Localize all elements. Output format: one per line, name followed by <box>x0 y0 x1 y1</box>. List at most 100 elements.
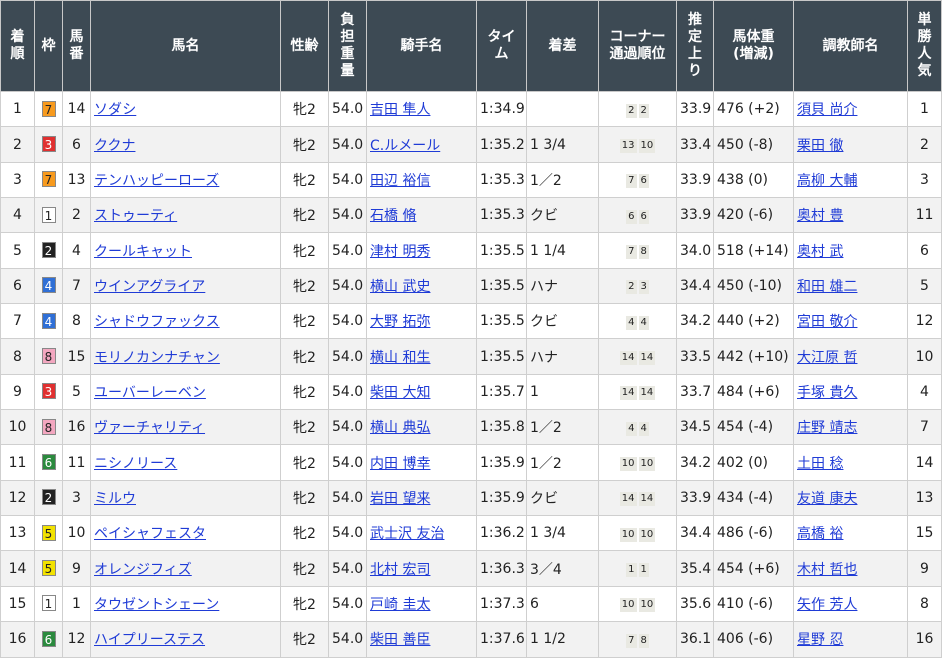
rank-cell: 13 <box>0 515 35 552</box>
horse-name-link[interactable]: タウゼントシェーン <box>94 597 219 613</box>
trainer-link[interactable]: 友道 康夫 <box>797 491 857 507</box>
margin-cell: 1 <box>526 373 599 411</box>
weight-cell: 54.0 <box>328 338 367 375</box>
time-cell: 1:35.7 <box>476 373 527 411</box>
waku-badge: 1 <box>41 595 56 612</box>
horse-name-link[interactable]: ストゥーティ <box>94 208 177 224</box>
margin-cell: 1 1/4 <box>526 232 599 269</box>
last-3f-cell: 35.6 <box>676 585 714 623</box>
waku-badge: 6 <box>41 454 56 471</box>
jockey-link[interactable]: 田辺 裕信 <box>370 173 430 189</box>
corner-cell: 78 <box>598 621 677 658</box>
jockey-cell: 横山 典弘 <box>366 409 477 446</box>
jockey-link[interactable]: 横山 武史 <box>370 279 430 295</box>
jockey-link[interactable]: 大野 拓弥 <box>370 314 430 330</box>
waku-badge: 6 <box>41 630 56 647</box>
trainer-link[interactable]: 手塚 貴久 <box>797 385 857 401</box>
horse-name-link[interactable]: ウインアグライア <box>94 279 205 295</box>
trainer-cell: 友道 康夫 <box>793 479 908 517</box>
jockey-link[interactable]: 内田 博幸 <box>370 456 430 472</box>
trainer-link[interactable]: 木村 哲也 <box>797 562 857 578</box>
jockey-link[interactable]: 吉田 隼人 <box>370 102 430 118</box>
trainer-cell: 栗田 徹 <box>793 126 908 163</box>
jockey-link[interactable]: C.ルメール <box>370 138 440 154</box>
jockey-cell: 横山 和生 <box>366 338 477 375</box>
horse-name-link[interactable]: クールキャット <box>94 244 192 260</box>
jockey-link[interactable]: 津村 明秀 <box>370 244 430 260</box>
header-corner: コーナー 通過順位 <box>598 0 677 92</box>
last-3f-cell: 33.4 <box>676 126 714 163</box>
trainer-link[interactable]: 栗田 徹 <box>797 138 843 154</box>
waku-badge: 7 <box>41 171 56 188</box>
jockey-link[interactable]: 岩田 望来 <box>370 491 430 507</box>
horse-name-link[interactable]: ニシノリース <box>94 456 177 472</box>
trainer-link[interactable]: 星野 忍 <box>797 632 843 648</box>
horse-name-link[interactable]: オレンジフィズ <box>94 562 192 578</box>
trainer-cell: 星野 忍 <box>793 621 908 658</box>
table-row: 9 3 5 ユーバーレーベン 牝2 54.0 柴田 大知 1:35.7 1 14 14 33.7 484… <box>0 373 942 411</box>
header-sex-age: 性齢 <box>280 0 329 92</box>
corner-position: 4 <box>638 315 649 330</box>
time-cell: 1:34.9 <box>476 90 527 128</box>
sex-age-cell: 牝2 <box>280 409 329 446</box>
trainer-link[interactable]: 高柳 大輔 <box>797 173 857 189</box>
sex-age-cell: 牝2 <box>280 373 329 411</box>
jockey-link[interactable]: 横山 和生 <box>370 350 430 366</box>
trainer-link[interactable]: 大江原 哲 <box>797 350 857 366</box>
jockey-cell: 岩田 望来 <box>366 479 477 517</box>
horse-name-link[interactable]: シャドウファックス <box>94 314 220 330</box>
jockey-link[interactable]: 横山 典弘 <box>370 420 430 436</box>
horse-name-link[interactable]: ソダシ <box>94 102 136 118</box>
table-row: 14 5 9 オレンジフィズ 牝2 54.0 北村 宏司 1:36.3 3／4 1 1 35.4 454… <box>0 550 942 587</box>
corner-position: 14 <box>638 386 656 401</box>
trainer-link[interactable]: 奥村 豊 <box>797 208 843 224</box>
horse-name-link[interactable]: テンハッピーローズ <box>94 173 219 189</box>
horse-name-link[interactable]: ヴァーチャリティ <box>94 420 205 436</box>
corner-position: 3 <box>638 280 649 295</box>
horse-name-link[interactable]: ククナ <box>94 138 135 154</box>
rank-cell: 4 <box>0 197 35 234</box>
last-3f-cell: 33.9 <box>676 161 714 199</box>
corner-position: 10 <box>638 139 656 154</box>
jockey-cell: 石橋 脩 <box>366 197 477 234</box>
trainer-link[interactable]: 高橋 裕 <box>797 526 843 542</box>
margin-cell: 1／2 <box>526 161 599 199</box>
horse-name-cell: ハイプリーステス <box>90 621 281 658</box>
table-row: 3 7 13 テンハッピーローズ 牝2 54.0 田辺 裕信 1:35.3 1／2 7 6 33.9 4… <box>0 161 942 199</box>
horse-number-cell: 2 <box>62 197 91 234</box>
jockey-link[interactable]: 石橋 脩 <box>370 208 416 224</box>
horse-name-cell: テンハッピーローズ <box>90 161 281 199</box>
last-3f-cell: 33.9 <box>676 479 714 517</box>
jockey-link[interactable]: 戸崎 圭太 <box>370 597 430 613</box>
horse-name-link[interactable]: ペイシャフェスタ <box>94 526 206 542</box>
header-number: 馬番 <box>62 0 91 92</box>
horse-name-link[interactable]: モリノカンナチャン <box>94 350 220 366</box>
jockey-link[interactable]: 武士沢 友治 <box>370 526 444 542</box>
popularity-cell: 10 <box>907 338 942 375</box>
corner-position: 14 <box>638 351 656 366</box>
waku-badge: 2 <box>41 242 56 259</box>
jockey-link[interactable]: 柴田 大知 <box>370 385 430 401</box>
corner-position: 4 <box>638 421 649 436</box>
jockey-link[interactable]: 北村 宏司 <box>370 562 430 578</box>
margin-cell: 6 <box>526 585 599 623</box>
trainer-link[interactable]: 和田 雄二 <box>797 279 857 295</box>
trainer-link[interactable]: 庄野 靖志 <box>797 420 857 436</box>
trainer-link[interactable]: 須貝 尚介 <box>797 102 857 118</box>
trainer-link[interactable]: 奥村 武 <box>797 244 843 260</box>
trainer-link[interactable]: 矢作 芳人 <box>797 597 857 613</box>
header-trainer: 調教師名 <box>793 0 908 92</box>
body-weight-cell: 420 (-6) <box>713 197 794 234</box>
horse-name-link[interactable]: ユーバーレーベン <box>94 385 206 401</box>
last-3f-cell: 33.9 <box>676 90 714 128</box>
last-3f-cell: 33.5 <box>676 338 714 375</box>
horse-name-link[interactable]: ミルウ <box>94 491 136 507</box>
jockey-link[interactable]: 柴田 善臣 <box>370 632 430 648</box>
trainer-link[interactable]: 宮田 敬介 <box>797 314 857 330</box>
horse-number-cell: 1 <box>62 585 91 623</box>
horse-name-link[interactable]: ハイプリーステス <box>94 632 205 648</box>
body-weight-cell: 440 (+2) <box>713 303 794 340</box>
horse-number-cell: 14 <box>62 90 91 128</box>
trainer-link[interactable]: 土田 稔 <box>797 456 843 472</box>
jockey-cell: 横山 武史 <box>366 267 477 305</box>
